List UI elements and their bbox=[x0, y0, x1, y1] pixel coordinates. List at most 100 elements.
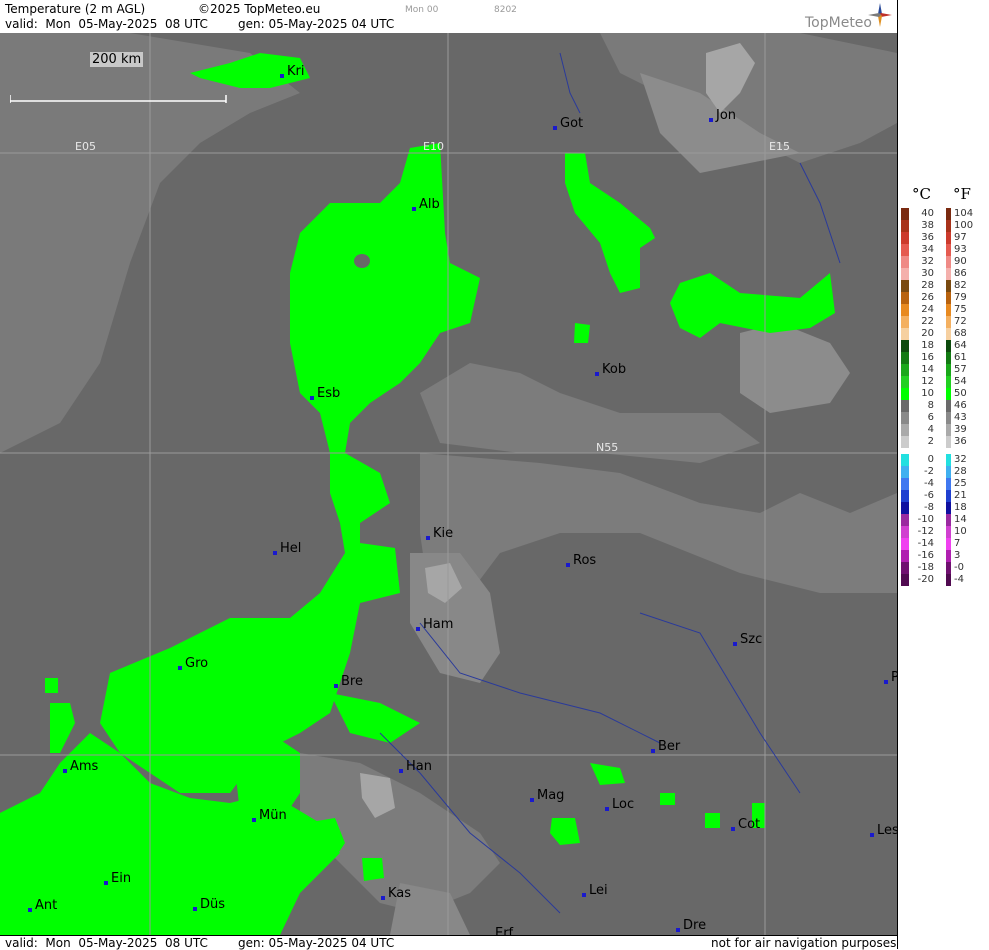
legend-celsius-value: 10 bbox=[921, 388, 934, 399]
legend-celsius-value: -6 bbox=[924, 490, 934, 501]
city-label: Kas bbox=[388, 886, 412, 901]
legend-swatch-celsius bbox=[901, 388, 909, 400]
legend-fahrenheit-value: 25 bbox=[954, 478, 967, 489]
legend-celsius-value: 20 bbox=[921, 328, 934, 339]
legend-celsius-value: 12 bbox=[921, 376, 934, 387]
legend-fahrenheit-value: 86 bbox=[954, 268, 967, 279]
legend-swatch-celsius bbox=[901, 256, 909, 268]
legend-swatch-fahrenheit bbox=[946, 526, 951, 538]
legend-swatch-celsius bbox=[901, 280, 909, 292]
city-dot bbox=[709, 118, 713, 122]
legend-swatch-fahrenheit bbox=[946, 316, 951, 328]
legend-celsius-value: 40 bbox=[921, 208, 934, 219]
legend-swatch-fahrenheit bbox=[946, 232, 951, 244]
city-label: Ein bbox=[111, 871, 132, 886]
legend-swatch-celsius bbox=[901, 316, 909, 328]
legend-swatch-fahrenheit bbox=[946, 574, 951, 586]
city-dot bbox=[273, 551, 277, 555]
legend-celsius-value: 14 bbox=[921, 364, 934, 375]
legend-swatch-celsius bbox=[901, 436, 909, 448]
legend-fahrenheit-value: -4 bbox=[954, 574, 964, 585]
legend-celsius-value: -12 bbox=[917, 526, 934, 537]
city-label: Kri bbox=[287, 64, 305, 79]
city-dot bbox=[553, 126, 557, 130]
grid-label-n55: N55 bbox=[596, 441, 619, 454]
city-label: Kie bbox=[433, 526, 454, 541]
legend-swatch-fahrenheit bbox=[946, 328, 951, 340]
map-canvas bbox=[0, 33, 897, 935]
legend-swatch-celsius bbox=[901, 364, 909, 376]
legend-swatch-celsius bbox=[901, 376, 909, 388]
legend-swatch-fahrenheit bbox=[946, 364, 951, 376]
legend-fahrenheit-value: 68 bbox=[954, 328, 967, 339]
legend-swatch-celsius bbox=[901, 478, 909, 490]
color-legend: °C °F 40 104 38 100 36 97 34 93 32 90 30 86 28 82 26 79… bbox=[897, 0, 989, 949]
grid-label-e10: E10 bbox=[423, 140, 444, 153]
generated-time: gen: 05-May-2025 04 UTC bbox=[238, 17, 395, 31]
city-dot bbox=[426, 536, 430, 540]
grid-label-e05: E05 bbox=[75, 140, 96, 153]
legend-swatch-fahrenheit bbox=[946, 424, 951, 436]
legend-swatch-fahrenheit bbox=[946, 304, 951, 316]
city-label: Szc bbox=[740, 632, 763, 647]
legend-fahrenheit-value: 97 bbox=[954, 232, 967, 243]
legend-swatch-celsius bbox=[901, 244, 909, 256]
city-label: Ams bbox=[70, 759, 99, 774]
legend-fahrenheit-value: 39 bbox=[954, 424, 967, 435]
legend-swatch-fahrenheit bbox=[946, 220, 951, 232]
city-dot bbox=[651, 749, 655, 753]
legend-celsius-value: 34 bbox=[921, 244, 934, 255]
city-label: Ham bbox=[423, 617, 454, 632]
legend-swatch-celsius bbox=[901, 352, 909, 364]
city-dot bbox=[566, 563, 570, 567]
legend-swatch-celsius bbox=[901, 574, 909, 586]
legend-swatch-celsius bbox=[901, 304, 909, 316]
legend-fahrenheit-value: 50 bbox=[954, 388, 967, 399]
city-label: Gro bbox=[185, 656, 209, 671]
legend-fahrenheit-value: 104 bbox=[954, 208, 974, 219]
legend-swatch-celsius bbox=[901, 550, 909, 562]
temperature-map[interactable]: E05 E10 E15 N55 200 km Kri Got Jon Alb Kob Es… bbox=[0, 33, 897, 935]
legend-celsius-value: 16 bbox=[921, 352, 934, 363]
legend-swatch-fahrenheit bbox=[946, 376, 951, 388]
legend-swatch-fahrenheit bbox=[946, 466, 951, 478]
legend-swatch-celsius bbox=[901, 328, 909, 340]
legend-fahrenheit-value: 28 bbox=[954, 466, 967, 477]
city-dot bbox=[381, 896, 385, 900]
legend-swatch-celsius bbox=[901, 400, 909, 412]
legend-fahrenheit-value: 10 bbox=[954, 526, 967, 537]
legend-swatch-fahrenheit bbox=[946, 292, 951, 304]
legend-swatch-celsius bbox=[901, 514, 909, 526]
legend-celsius-value: -8 bbox=[924, 502, 934, 513]
legend-fahrenheit-value: 43 bbox=[954, 412, 967, 423]
legend-swatch-fahrenheit bbox=[946, 562, 951, 574]
legend-celsius-value: 38 bbox=[921, 220, 934, 231]
legend-celsius-value: 2 bbox=[927, 436, 934, 447]
legend-swatch-celsius bbox=[901, 220, 909, 232]
legend-celsius-value: 6 bbox=[927, 412, 934, 423]
copyright: ©2025 TopMeteo.eu bbox=[198, 2, 321, 16]
city-label: Kob bbox=[602, 362, 627, 377]
legend-celsius-value: 24 bbox=[921, 304, 934, 315]
city-label: Dre bbox=[683, 918, 707, 933]
legend-fahrenheit-value: -0 bbox=[954, 562, 964, 573]
legend-swatch-celsius bbox=[901, 424, 909, 436]
legend-swatch-celsius bbox=[901, 454, 909, 466]
legend-swatch-fahrenheit bbox=[946, 340, 951, 352]
legend-swatch-fahrenheit bbox=[946, 208, 951, 220]
legend-swatch-celsius bbox=[901, 268, 909, 280]
city-dot bbox=[582, 893, 586, 897]
legend-swatch-fahrenheit bbox=[946, 268, 951, 280]
legend-celsius-value: 32 bbox=[921, 256, 934, 267]
legend-fahrenheit-value: 79 bbox=[954, 292, 967, 303]
city-dot bbox=[731, 827, 735, 831]
legend-swatch-fahrenheit bbox=[946, 436, 951, 448]
legend-celsius-value: 4 bbox=[927, 424, 934, 435]
legend-fahrenheit-value: 32 bbox=[954, 454, 967, 465]
legend-fahrenheit-value: 82 bbox=[954, 280, 967, 291]
city-dot bbox=[178, 666, 182, 670]
legend-celsius-value: -16 bbox=[917, 550, 934, 561]
legend-swatch-fahrenheit bbox=[946, 490, 951, 502]
city-dot bbox=[676, 928, 680, 932]
legend-swatch-celsius bbox=[901, 466, 909, 478]
